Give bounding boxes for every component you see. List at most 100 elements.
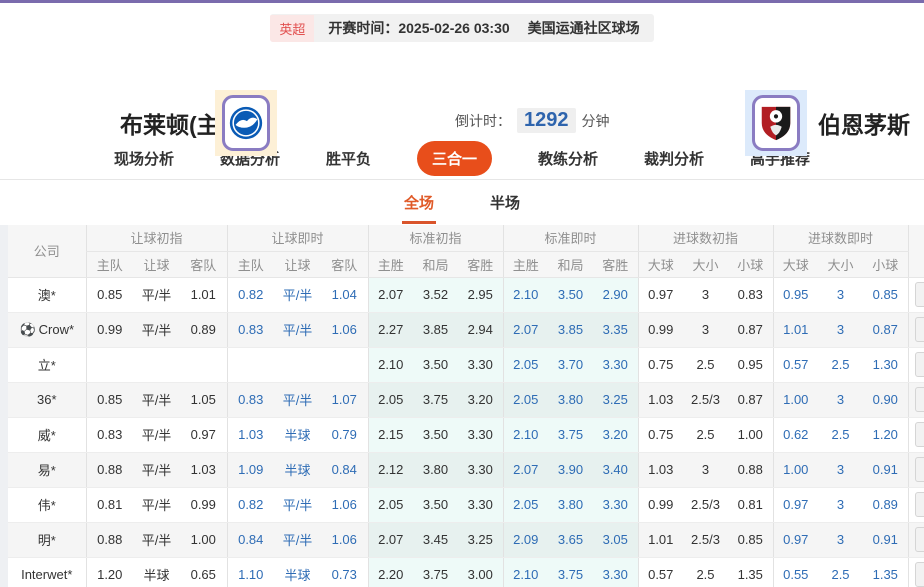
standard-initial-home: 2.07 [367,522,413,558]
home-team-name: 布莱顿(主) [120,112,228,138]
standard-initial-away: 3.30 [458,417,503,453]
goals-initial-line: 2.5 [683,557,728,587]
header-company: 公司 [8,225,86,278]
standard-live-home: 2.05 [502,347,548,383]
standard-initial-draw: 3.75 [413,557,458,587]
standard-initial-draw: 3.52 [413,277,458,313]
company-cell[interactable]: ⚽易* [8,452,86,488]
detail-button[interactable]: 详情 [914,282,924,307]
subheader: 主胜 [367,251,413,278]
detail-cell: 详情 [907,382,924,418]
company-cell[interactable]: ⚽36* [8,382,86,418]
goals-live-under: 1.20 [863,417,909,453]
tab-coach-analysis[interactable]: 教练分析 [538,148,598,169]
company-name: 澳* [37,288,56,303]
standard-live-away: 3.40 [593,452,638,488]
tab-three-in-one[interactable]: 三合一 [416,141,492,176]
away-team-logo [745,90,807,156]
standard-initial-away: 2.95 [458,277,503,313]
detail-button[interactable]: 详情 [914,317,924,342]
detail-button[interactable]: 详情 [914,527,924,552]
tab-referee-analysis[interactable]: 裁判分析 [644,148,704,169]
detail-button[interactable]: 详情 [914,387,924,412]
subheader: 让球 [274,251,321,278]
goals-initial-under: 0.95 [728,347,774,383]
standard-live-away: 3.25 [593,382,638,418]
bournemouth-crest-icon [761,106,791,141]
standard-live-home: 2.05 [502,487,548,523]
handicap-initial-line: 半球 [133,557,180,587]
handicap-live-line: 半球 [274,452,321,488]
standard-initial-home: 2.10 [367,347,413,383]
company-cell[interactable]: ⚽明* [8,522,86,558]
handicap-live-line: 平/半 [274,277,321,313]
subheader: 小球 [863,251,909,278]
detail-button[interactable]: 详情 [914,422,924,447]
company-cell[interactable]: ⚽ Crow* [8,312,86,348]
company-cell[interactable]: ⚽威* [8,417,86,453]
subheader: 和局 [413,251,458,278]
company-cell[interactable]: ⚽立* [8,347,86,383]
handicap-initial-away: 0.65 [180,557,227,587]
subtab-half-match[interactable]: 半场 [490,192,520,213]
detail-button[interactable]: 详情 [914,492,924,517]
soccer-ball-icon: ⚽ [19,321,36,337]
handicap-live-line: 平/半 [274,382,321,418]
goals-live-under: 0.87 [863,312,909,348]
header-standard-live: 标准即时 [502,225,638,252]
detail-button[interactable]: 详情 [914,562,924,587]
league-badge[interactable]: 英超 [270,14,315,42]
subheader: 让球 [133,251,180,278]
handicap-live-home: 1.09 [226,452,274,488]
match-info-strip: 英超 开赛时间：2025-02-26 03:30 美国运通社区球场 [0,14,924,42]
detail-cell: 详情 [907,347,924,383]
goals-initial-line: 2.5 [683,347,728,383]
tab-live-analysis[interactable]: 现场分析 [114,148,174,169]
subheader: 主队 [85,251,133,278]
detail-button[interactable]: 详情 [914,352,924,377]
handicap-live-line [274,347,321,383]
standard-live-home: 2.09 [502,522,548,558]
goals-live-line: 3 [818,277,864,313]
goals-initial-over: 0.99 [637,487,683,523]
goals-initial-under: 0.87 [728,312,774,348]
company-cell[interactable]: ⚽Interwet* [8,557,86,587]
goals-live-line: 2.5 [818,557,864,587]
handicap-live-home: 0.83 [226,382,274,418]
handicap-live-away: 0.79 [321,417,368,453]
goals-initial-line: 3 [683,452,728,488]
handicap-initial-away: 1.00 [180,522,227,558]
handicap-initial-home: 0.85 [85,277,133,313]
detail-button[interactable]: 详情 [914,457,924,482]
handicap-initial-home: 0.88 [85,522,133,558]
detail-cell: 详情 [907,487,924,523]
table-row: ⚽Interwet* 1.20 半球 0.65 1.10 半球 0.73 2.2… [8,557,924,587]
handicap-initial-away: 0.89 [180,312,227,348]
standard-live-home: 2.05 [502,382,548,418]
standard-initial-away: 3.25 [458,522,503,558]
company-name: 易* [37,463,56,478]
standard-live-home: 2.10 [502,417,548,453]
header-standard-initial: 标准初指 [367,225,503,252]
countdown-unit: 分钟 [581,112,610,129]
company-cell[interactable]: ⚽澳* [8,277,86,313]
odds-table-section: 公司 让球初指 让球即时 标准初指 标准即时 进球数初指 进球数即时 主队 让球… [0,225,924,587]
company-cell[interactable]: ⚽伟* [8,487,86,523]
goals-live-under: 0.89 [863,487,909,523]
subtab-full-match[interactable]: 全场 [401,192,437,224]
goals-initial-under: 0.83 [728,277,774,313]
tab-win-draw-loss[interactable]: 胜平负 [326,148,371,169]
handicap-initial-home: 0.81 [85,487,133,523]
handicap-initial-home [85,347,133,383]
standard-live-home: 2.07 [502,452,548,488]
detail-cell: 详情 [907,417,924,453]
standard-live-draw: 3.80 [548,382,593,418]
standard-live-draw: 3.85 [548,312,593,348]
standard-initial-home: 2.20 [367,557,413,587]
detail-cell: 详情 [907,312,924,348]
goals-initial-over: 1.01 [637,522,683,558]
standard-live-away: 3.05 [593,522,638,558]
handicap-initial-away [180,347,227,383]
goals-live-over: 0.62 [772,417,819,453]
goals-live-over: 0.95 [772,277,819,313]
